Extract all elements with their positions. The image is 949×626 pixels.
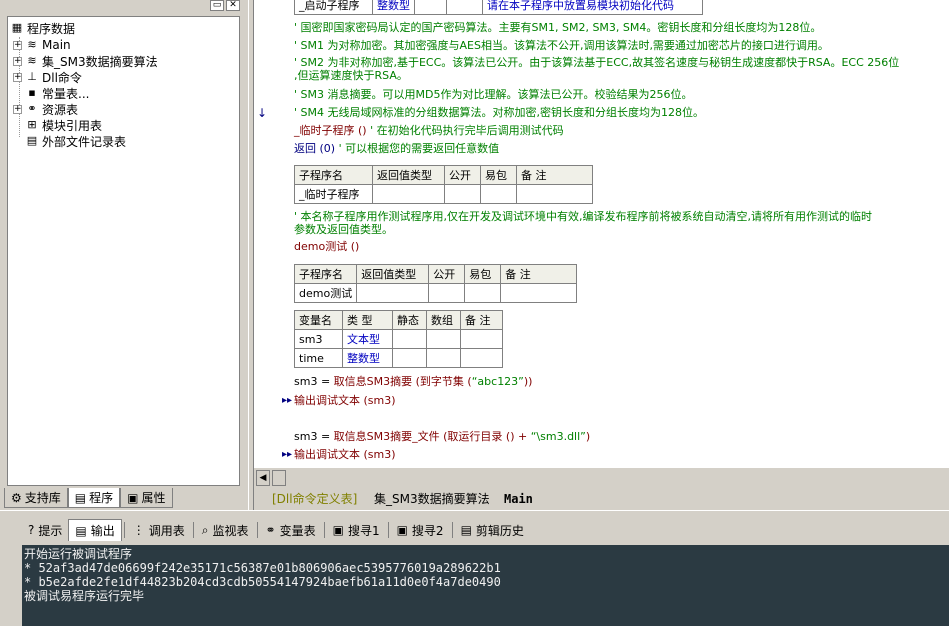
var-type-cell[interactable]: 文本型: [342, 329, 393, 349]
sub-public-cell[interactable]: [414, 0, 447, 15]
tab-search2[interactable]: ▣ 搜寻2: [391, 519, 450, 541]
sub-type-cell[interactable]: 整数型: [372, 0, 415, 15]
breakpoint-marker-icon: ▸▸: [282, 395, 293, 406]
module-ref-icon: ⊞: [27, 118, 37, 131]
module-icon: ≋: [27, 54, 37, 67]
tree-root-label: 程序数据: [27, 21, 76, 36]
tree-root[interactable]: ▦ 程序数据: [10, 20, 75, 36]
sub-package-cell[interactable]: [446, 0, 483, 15]
tab-search1[interactable]: ▣ 搜寻1: [327, 519, 386, 541]
scroll-left-icon[interactable]: ◀: [256, 470, 270, 486]
expand-icon[interactable]: +: [13, 72, 22, 82]
tree-item-constants[interactable]: ▪ 常量表...: [25, 85, 89, 101]
tab-watch[interactable]: ⌕ 监视表: [196, 519, 255, 541]
tab-dll-defs[interactable]: [Dll命令定义表]: [262, 490, 367, 508]
resource-icon: ⚭: [27, 102, 37, 115]
bottom-tabs: ? 提示 ▤ 输出 ⋮ 调用表 ⌕ 监视表 ⚭ 变量表 ▣ 搜寻1 ▣ 搜寻2 ▤ 剪辑历史: [0, 518, 949, 542]
comment-line[interactable]: 参数及返回值类型。: [294, 222, 393, 238]
search-icon: ▣: [396, 523, 408, 537]
output-console[interactable]: 开始运行被调试程序 * 52af3ad47de06699f242e35171c5…: [22, 545, 949, 626]
code-line[interactable]: _临时子程序 () ' 在初始化代码执行完毕后调用测试代码: [294, 123, 564, 139]
tree-item-file-records[interactable]: ▤ 外部文件记录表: [25, 133, 126, 149]
startup-sub-table: _启动子程序 整数型 请在本子程序中放置易模块初始化代码: [294, 0, 703, 15]
code-content[interactable]: _启动子程序 整数型 请在本子程序中放置易模块初始化代码 ' 国密即国家密码局认…: [282, 0, 949, 468]
code-line[interactable]: sm3 = 取信息SM3摘要 (到字节集 (“abc123”)): [294, 374, 532, 390]
expand-icon[interactable]: +: [13, 40, 22, 50]
panel-controls: ▭ ✕: [210, 0, 242, 12]
output-line: 开始运行被调试程序: [24, 547, 133, 561]
scroll-right-icon[interactable]: [272, 470, 286, 486]
close-icon[interactable]: ✕: [226, 0, 240, 11]
horizontal-scrollbar[interactable]: ◀: [254, 468, 949, 488]
comment-line[interactable]: ' SM1 为对称加密。其加密强度与AES相当。该算法不公开,调用该算法时,需要…: [294, 38, 829, 54]
call-stack-icon: ⋮: [132, 523, 145, 537]
watch-icon: ⌕: [201, 522, 209, 537]
code-line[interactable]: ▸▸ 输出调试文本 (sm3): [282, 447, 396, 463]
code-line[interactable]: sm3 = 取信息SM3摘要_文件 (取运行目录 () + “\sm3.dll”…: [294, 429, 590, 445]
tab-support-library[interactable]: ⚙ 支持库: [4, 488, 68, 508]
var-table: 变量名 类 型 静态 数组 备 注 sm3 文本型 time 整数型: [294, 310, 503, 368]
tab-main[interactable]: Main: [494, 490, 543, 508]
minimize-icon[interactable]: ▭: [210, 0, 224, 11]
output-line: * 52af3ad47de06699f242e35171c56387e01b80…: [24, 561, 501, 575]
var-name-cell[interactable]: sm3: [294, 329, 343, 349]
comment-line[interactable]: ' 国密即国家密码局认定的国产密码算法。主要有SM1, SM2, SM3, SM…: [294, 20, 821, 36]
project-panel: ▭ ✕ ▦ 程序数据 + ≋ Main + ≋ 集_SM3数据摘要算法 + ⊥ …: [0, 0, 248, 510]
search-icon: ▣: [332, 523, 344, 537]
expand-icon[interactable]: +: [13, 56, 22, 66]
output-icon: ▤: [75, 523, 87, 538]
sub-note-cell[interactable]: 请在本子程序中放置易模块初始化代码: [482, 0, 703, 15]
tree-item-resources[interactable]: + ⚭ 资源表: [13, 101, 78, 117]
program-data-icon: ▦: [11, 21, 23, 34]
properties-icon: ▣: [127, 490, 139, 505]
output-line: 被调试易程序运行完毕: [24, 589, 145, 603]
editor-gutter: [254, 0, 270, 468]
current-line-arrow-icon: ↓: [257, 106, 268, 120]
output-line: * b5e2afde2fe1df44823b204cd3cdb505541479…: [24, 575, 501, 589]
tab-call-stack[interactable]: ⋮ 调用表: [127, 519, 191, 541]
expand-icon[interactable]: +: [13, 104, 22, 114]
left-tabs: ⚙ 支持库 ▤ 程序 ▣ 属性: [4, 488, 173, 508]
constant-icon: ▪: [28, 86, 36, 99]
comment-line[interactable]: ,但运算速度快于RSA。: [294, 68, 408, 84]
tab-sm3-module[interactable]: 集_SM3数据摘要算法: [364, 490, 500, 508]
tree-item-main[interactable]: + ≋ Main: [13, 37, 71, 53]
sub-name-cell[interactable]: _临时子程序: [294, 184, 373, 204]
tab-clip-history[interactable]: ▤ 剪辑历史: [455, 519, 530, 541]
code-line[interactable]: 返回 (0) ' 可以根据您的需要返回任意数值: [294, 141, 499, 157]
module-icon: ≋: [27, 38, 37, 51]
file-record-icon: ▤: [26, 134, 38, 147]
breakpoint-marker-icon: ▸▸: [282, 449, 293, 460]
tree-item-sm3[interactable]: + ≋ 集_SM3数据摘要算法: [13, 53, 158, 69]
comment-line[interactable]: ' SM4 无线局域网标准的分组数据算法。对称加密,密钥长度和分组长度均为128…: [294, 105, 704, 121]
tree-item-module-ref[interactable]: ⊞ 模块引用表: [25, 117, 102, 133]
tab-program[interactable]: ▤ 程序: [67, 488, 121, 508]
code-editor[interactable]: ↓ _启动子程序 整数型 请在本子程序中放置易模块初始化代码 ' 国密即国家密码…: [254, 0, 949, 468]
clipboard-icon: ▤: [460, 523, 472, 537]
var-name-cell[interactable]: time: [294, 348, 343, 368]
demo-sub-table: 子程序名 返回值类型 公开 易包 备 注 demo测试: [293, 264, 578, 303]
tab-hint[interactable]: ? 提示: [22, 519, 68, 541]
library-icon: ⚙: [11, 490, 22, 505]
var-type-cell[interactable]: 整数型: [342, 348, 393, 368]
tab-variables[interactable]: ⚭ 变量表: [260, 519, 322, 541]
project-tree[interactable]: ▦ 程序数据 + ≋ Main + ≋ 集_SM3数据摘要算法 + ⊥ Dll命…: [7, 16, 240, 486]
sub-name-cell[interactable]: _启动子程序: [294, 0, 373, 15]
tree-item-dll[interactable]: + ⊥ Dll命令: [13, 69, 82, 85]
comment-line[interactable]: ' SM3 消息摘要。可以用MD5作为对比理解。该算法已公开。校验结果为256位…: [294, 87, 692, 103]
tmp-sub-table: 子程序名 返回值类型 公开 易包 备 注 _临时子程序: [294, 165, 593, 204]
variables-icon: ⚭: [265, 523, 276, 537]
dll-icon: ⊥: [27, 70, 37, 83]
tab-properties[interactable]: ▣ 属性: [120, 488, 173, 508]
sub-name-cell[interactable]: demo测试: [293, 283, 358, 303]
hint-icon: ?: [28, 523, 35, 537]
program-icon: ▤: [74, 490, 87, 505]
editor-tabs: [Dll命令定义表] 集_SM3数据摘要算法 Main: [254, 488, 949, 510]
code-line[interactable]: demo测试 (): [294, 239, 359, 255]
bottom-panel-header: [0, 510, 949, 518]
tab-output[interactable]: ▤ 输出: [68, 519, 122, 541]
code-line[interactable]: ▸▸ 输出调试文本 (sm3): [282, 393, 396, 409]
